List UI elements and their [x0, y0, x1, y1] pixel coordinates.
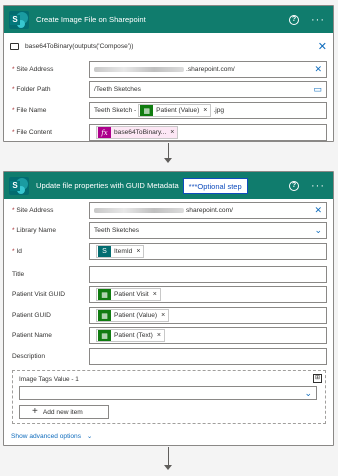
folder-icon[interactable]: ▭: [313, 85, 322, 94]
description-input[interactable]: [89, 348, 327, 365]
image-tags-label: Image Tags Value - 1: [19, 376, 79, 383]
library-name-row: * Library Name Teeth Sketches ⌄: [12, 222, 327, 239]
patient-guid-label: Patient GUID: [12, 312, 51, 319]
file-name-label: File Name: [16, 107, 47, 114]
patient-guid-input[interactable]: ▦ Patient (Value) ×: [89, 307, 327, 324]
file-name-input[interactable]: Teeth Sketch - ▦ Patient (Value) × .jpg: [89, 102, 327, 119]
comment-icon: [10, 43, 19, 50]
patient-name-label: Patient Name: [12, 332, 52, 339]
add-new-item-button[interactable]: + Add new item: [19, 405, 109, 419]
clear-icon[interactable]: ✕: [314, 206, 322, 215]
remove-token-icon[interactable]: ×: [157, 332, 161, 339]
optional-step-note: ***Optional step: [182, 177, 248, 194]
site-address-input[interactable]: .sharepoint.com/✕: [89, 61, 327, 78]
forms-icon: ▦: [98, 310, 111, 321]
patient-visit-input[interactable]: ▦ Patient Visit ×: [89, 286, 327, 303]
remove-token-icon[interactable]: ×: [153, 291, 157, 298]
patient-visit-label: Patient Visit GUID: [12, 291, 66, 298]
flow-connector: [168, 447, 169, 466]
site-address-label: Site Address: [16, 207, 54, 214]
sharepoint-icon: S: [98, 246, 111, 257]
card-header[interactable]: S Update file properties with GUID Metad…: [4, 172, 333, 199]
redacted-text: [94, 67, 184, 72]
site-address-label: Site Address: [16, 66, 54, 73]
card-title: Update file properties with GUID Metadat…: [36, 181, 179, 190]
create-file-card: S Create Image File on Sharepoint ? ··· …: [3, 5, 334, 142]
patient-value-token[interactable]: ▦ Patient (Value) ×: [138, 104, 212, 117]
switch-input-mode-icon[interactable]: ⊞: [313, 374, 322, 383]
function-icon: fx: [98, 127, 111, 138]
patient-text-token[interactable]: ▦ Patient (Text) ×: [96, 329, 165, 342]
title-label: Title: [12, 271, 25, 278]
arrow-down-icon: [164, 158, 172, 163]
file-content-input[interactable]: fx base64ToBinary... ×: [89, 124, 327, 141]
folder-path-row: * Folder Path /Teeth Sketches ▭: [12, 81, 327, 98]
card-title: Create Image File on Sharepoint: [36, 15, 146, 24]
close-icon[interactable]: ✕: [318, 40, 327, 53]
sharepoint-icon: S: [9, 176, 29, 195]
help-icon[interactable]: ?: [289, 180, 299, 191]
chevron-down-icon: ⌄: [86, 433, 93, 440]
card-header[interactable]: S Create Image File on Sharepoint ? ···: [4, 6, 333, 33]
arrow-down-icon: [164, 465, 172, 470]
site-address-row: * Site Address .sharepoint.com/✕: [12, 61, 327, 78]
forms-icon: ▦: [140, 105, 154, 116]
id-label: Id: [16, 248, 22, 255]
id-input[interactable]: S ItemId ×: [89, 243, 327, 260]
patient-name-input[interactable]: ▦ Patient (Text) ×: [89, 327, 327, 344]
expression-warning: base64ToBinary(outputs('Compose')) ✕: [10, 38, 327, 55]
forms-icon: ▦: [98, 330, 111, 341]
description-row: Description: [12, 348, 327, 365]
patient-visit-row: Patient Visit GUID ▦ Patient Visit ×: [12, 286, 327, 303]
remove-token-icon[interactable]: ×: [203, 107, 207, 114]
image-tags-array: Image Tags Value - 1 ⊞ ⌄ + Add new item: [12, 370, 326, 424]
item-id-token[interactable]: S ItemId ×: [96, 245, 145, 258]
clear-icon[interactable]: ✕: [314, 65, 322, 74]
more-options-icon[interactable]: ···: [311, 14, 325, 25]
update-properties-card: S Update file properties with GUID Metad…: [3, 171, 334, 446]
file-content-row: * File Content fx base64ToBinary... ×: [12, 124, 327, 141]
patient-visit-token[interactable]: ▦ Patient Visit ×: [96, 288, 161, 301]
folder-path-label: Folder Path: [16, 86, 51, 93]
show-advanced-options-link[interactable]: Show advanced options ⌄: [11, 432, 92, 440]
file-content-label: File Content: [16, 129, 52, 136]
help-icon[interactable]: ?: [289, 14, 299, 25]
title-input[interactable]: [89, 266, 327, 283]
patient-value-token[interactable]: ▦ Patient (Value) ×: [96, 309, 170, 322]
library-name-dropdown[interactable]: Teeth Sketches ⌄: [89, 222, 327, 239]
redacted-text: [94, 208, 184, 213]
patient-name-row: Patient Name ▦ Patient (Text) ×: [12, 327, 327, 344]
forms-icon: ▦: [98, 289, 111, 300]
expression-token[interactable]: fx base64ToBinary... ×: [96, 126, 179, 139]
image-tags-dropdown[interactable]: ⌄: [19, 386, 317, 400]
remove-token-icon[interactable]: ×: [170, 129, 174, 136]
site-address-input[interactable]: sharepoint.com/✕: [89, 202, 327, 219]
chevron-down-icon[interactable]: ⌄: [304, 388, 312, 399]
flow-connector: [168, 143, 169, 159]
site-address-row: * Site Address sharepoint.com/✕: [12, 202, 327, 219]
remove-token-icon[interactable]: ×: [161, 312, 165, 319]
title-row: Title: [12, 266, 327, 283]
patient-guid-row: Patient GUID ▦ Patient (Value) ×: [12, 307, 327, 324]
more-options-icon[interactable]: ···: [311, 180, 325, 191]
library-name-label: Library Name: [16, 227, 56, 234]
chevron-down-icon[interactable]: ⌄: [314, 226, 322, 235]
sharepoint-icon: S: [9, 10, 29, 29]
remove-token-icon[interactable]: ×: [136, 248, 140, 255]
folder-path-input[interactable]: /Teeth Sketches ▭: [89, 81, 327, 98]
description-label: Description: [12, 353, 45, 360]
plus-icon: +: [32, 406, 38, 417]
file-name-row: * File Name Teeth Sketch - ▦ Patient (Val…: [12, 102, 327, 119]
warning-text: base64ToBinary(outputs('Compose')): [25, 43, 134, 50]
id-row: * Id S ItemId ×: [12, 243, 327, 260]
